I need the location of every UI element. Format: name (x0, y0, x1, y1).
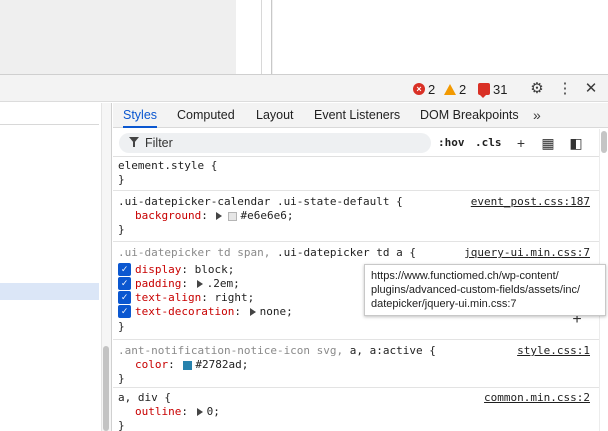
page-pane-divider (236, 0, 262, 74)
styles-filter-input[interactable] (145, 135, 425, 151)
page-pane-left (0, 0, 236, 74)
styles-filter-bar: :hov .cls + ▦ ◧ (113, 129, 608, 157)
css-declaration[interactable]: display: block; (135, 263, 234, 277)
warning-icon (444, 83, 456, 95)
selector-unmatched: .ui-datepicker td span, (118, 246, 271, 259)
rule-source-link[interactable]: jquery-ui.min.css:7 (464, 246, 590, 260)
tab-layout[interactable]: Layout (256, 103, 294, 128)
filter-box[interactable] (119, 133, 431, 153)
selector-unmatched: .ant-notification-notice-icon svg, (118, 344, 344, 357)
selector-matched: .ui-datepicker td a { (276, 246, 417, 259)
rule-close-brace: } (118, 419, 125, 431)
rule-selector[interactable]: .ant-notification-notice-icon svg, a, a:… (118, 344, 436, 358)
rule-close-brace: } (118, 223, 125, 236)
css-declaration[interactable]: padding: .2em; (135, 277, 240, 291)
rule-ant-notification: .ant-notification-notice-icon svg, a, a:… (113, 340, 599, 388)
error-icon: × (413, 83, 425, 95)
new-style-rule-icon[interactable]: + (513, 135, 529, 151)
page-viewport (0, 0, 608, 74)
warning-counter[interactable]: 2 (444, 81, 466, 97)
declaration-checkbox[interactable]: ✓ (118, 305, 131, 318)
expand-triangle-icon[interactable] (196, 280, 203, 288)
rule-source-link[interactable]: style.css:1 (517, 344, 590, 358)
more-options-icon[interactable]: ⋮ (556, 80, 574, 98)
color-swatch-icon[interactable] (183, 360, 193, 370)
selector-matched: a, a:active { (349, 344, 436, 357)
property-value[interactable]: #2782ad; (195, 358, 248, 371)
css-declaration[interactable]: outline: 0; (135, 405, 220, 419)
property-name[interactable]: text-decoration (135, 305, 234, 318)
property-name[interactable]: color (135, 358, 168, 371)
page-pane-right (273, 0, 608, 74)
declaration-checkbox[interactable]: ✓ (118, 277, 131, 290)
rule-datepicker-calendar: .ui-datepicker-calendar .ui-state-defaul… (113, 191, 599, 242)
rule-selector[interactable]: element.style { (118, 159, 217, 173)
property-value[interactable]: .2em; (207, 277, 240, 290)
property-name[interactable]: display (135, 263, 181, 276)
property-name[interactable]: padding (135, 277, 181, 290)
rule-close-brace: } (118, 372, 125, 385)
source-url-tooltip: https://www.functiomed.ch/wp-content/ pl… (364, 264, 606, 316)
property-value[interactable]: #e6e6e6 (240, 209, 286, 222)
error-count: 2 (428, 81, 436, 97)
declaration-checkbox[interactable]: ✓ (118, 291, 131, 304)
issues-icon (478, 83, 490, 98)
rule-element-style: element.style { } (113, 157, 599, 191)
tab-computed[interactable]: Computed (177, 103, 235, 128)
hover-state-toggle[interactable]: :hov (438, 135, 465, 151)
elements-scrollbar-thumb[interactable] (103, 346, 109, 431)
devtools-toolbar: × 2 2 31 ⚙ ⋮ ✕ (0, 74, 608, 102)
issues-count: 31 (493, 81, 508, 97)
tab-dom-breakpoints[interactable]: DOM Breakpoints (420, 103, 519, 128)
rule-source-link[interactable]: event_post.css:187 (471, 195, 590, 209)
color-swatch-icon[interactable] (228, 211, 238, 221)
toggle-sidebar-icon[interactable]: ◧ (568, 135, 584, 151)
element-state-paint-icon[interactable]: ▦ (540, 135, 556, 151)
settings-gear-icon[interactable]: ⚙ (528, 80, 546, 98)
expand-triangle-icon[interactable] (216, 212, 223, 220)
close-devtools-icon[interactable]: ✕ (582, 80, 600, 98)
elements-tree-panel[interactable] (0, 103, 112, 431)
property-value[interactable]: right; (214, 291, 254, 304)
declaration-checkbox[interactable]: ✓ (118, 263, 131, 276)
error-counter[interactable]: × 2 (413, 81, 435, 97)
selected-tree-node[interactable] (0, 283, 99, 300)
css-declaration[interactable]: background: #e6e6e6; (135, 209, 293, 223)
expand-triangle-icon[interactable] (196, 408, 203, 416)
rule-a-div: a, div { common.min.css:2 outline: 0; } (113, 388, 599, 431)
class-toggle[interactable]: .cls (475, 135, 502, 151)
rule-selector[interactable]: a, div { (118, 391, 171, 405)
rule-selector[interactable]: .ui-datepicker td span, .ui-datepicker t… (118, 246, 416, 260)
more-tabs-chevron-icon[interactable]: » (533, 103, 551, 128)
property-value[interactable]: 0; (207, 405, 220, 418)
tooltip-line: datepicker/jquery-ui.min.css:7 (371, 298, 517, 310)
css-declaration[interactable]: color: #2782ad; (135, 358, 248, 372)
property-name[interactable]: text-align (135, 291, 201, 304)
styles-scrollbar-thumb[interactable] (601, 131, 607, 153)
filter-funnel-stem (133, 142, 135, 147)
tab-event-listeners[interactable]: Event Listeners (314, 103, 400, 128)
property-value[interactable]: block; (195, 263, 235, 276)
warning-count: 2 (459, 81, 467, 97)
rule-source-link[interactable]: common.min.css:2 (484, 391, 590, 405)
issues-counter[interactable]: 31 (478, 81, 508, 98)
page-pane-divider-2 (262, 0, 272, 74)
sidebar-tabs: Styles Computed Layout Event Listeners D… (113, 103, 608, 128)
property-name[interactable]: outline (135, 405, 181, 418)
property-name[interactable]: background (135, 209, 201, 222)
tooltip-line: plugins/advanced-custom-fields/assets/in… (371, 284, 581, 296)
property-value[interactable]: none; (260, 305, 293, 318)
rule-close-brace: } (118, 320, 125, 333)
css-declaration[interactable]: text-decoration: none; (135, 305, 293, 319)
rule-close-brace: } (118, 173, 125, 186)
tooltip-line: https://www.functiomed.ch/wp-content/ (371, 270, 559, 282)
tab-styles[interactable]: Styles (123, 103, 158, 128)
tree-divider (0, 124, 99, 125)
rule-selector[interactable]: .ui-datepicker-calendar .ui-state-defaul… (118, 195, 403, 209)
css-declaration[interactable]: text-align: right; (135, 291, 254, 305)
expand-triangle-icon[interactable] (249, 308, 256, 316)
